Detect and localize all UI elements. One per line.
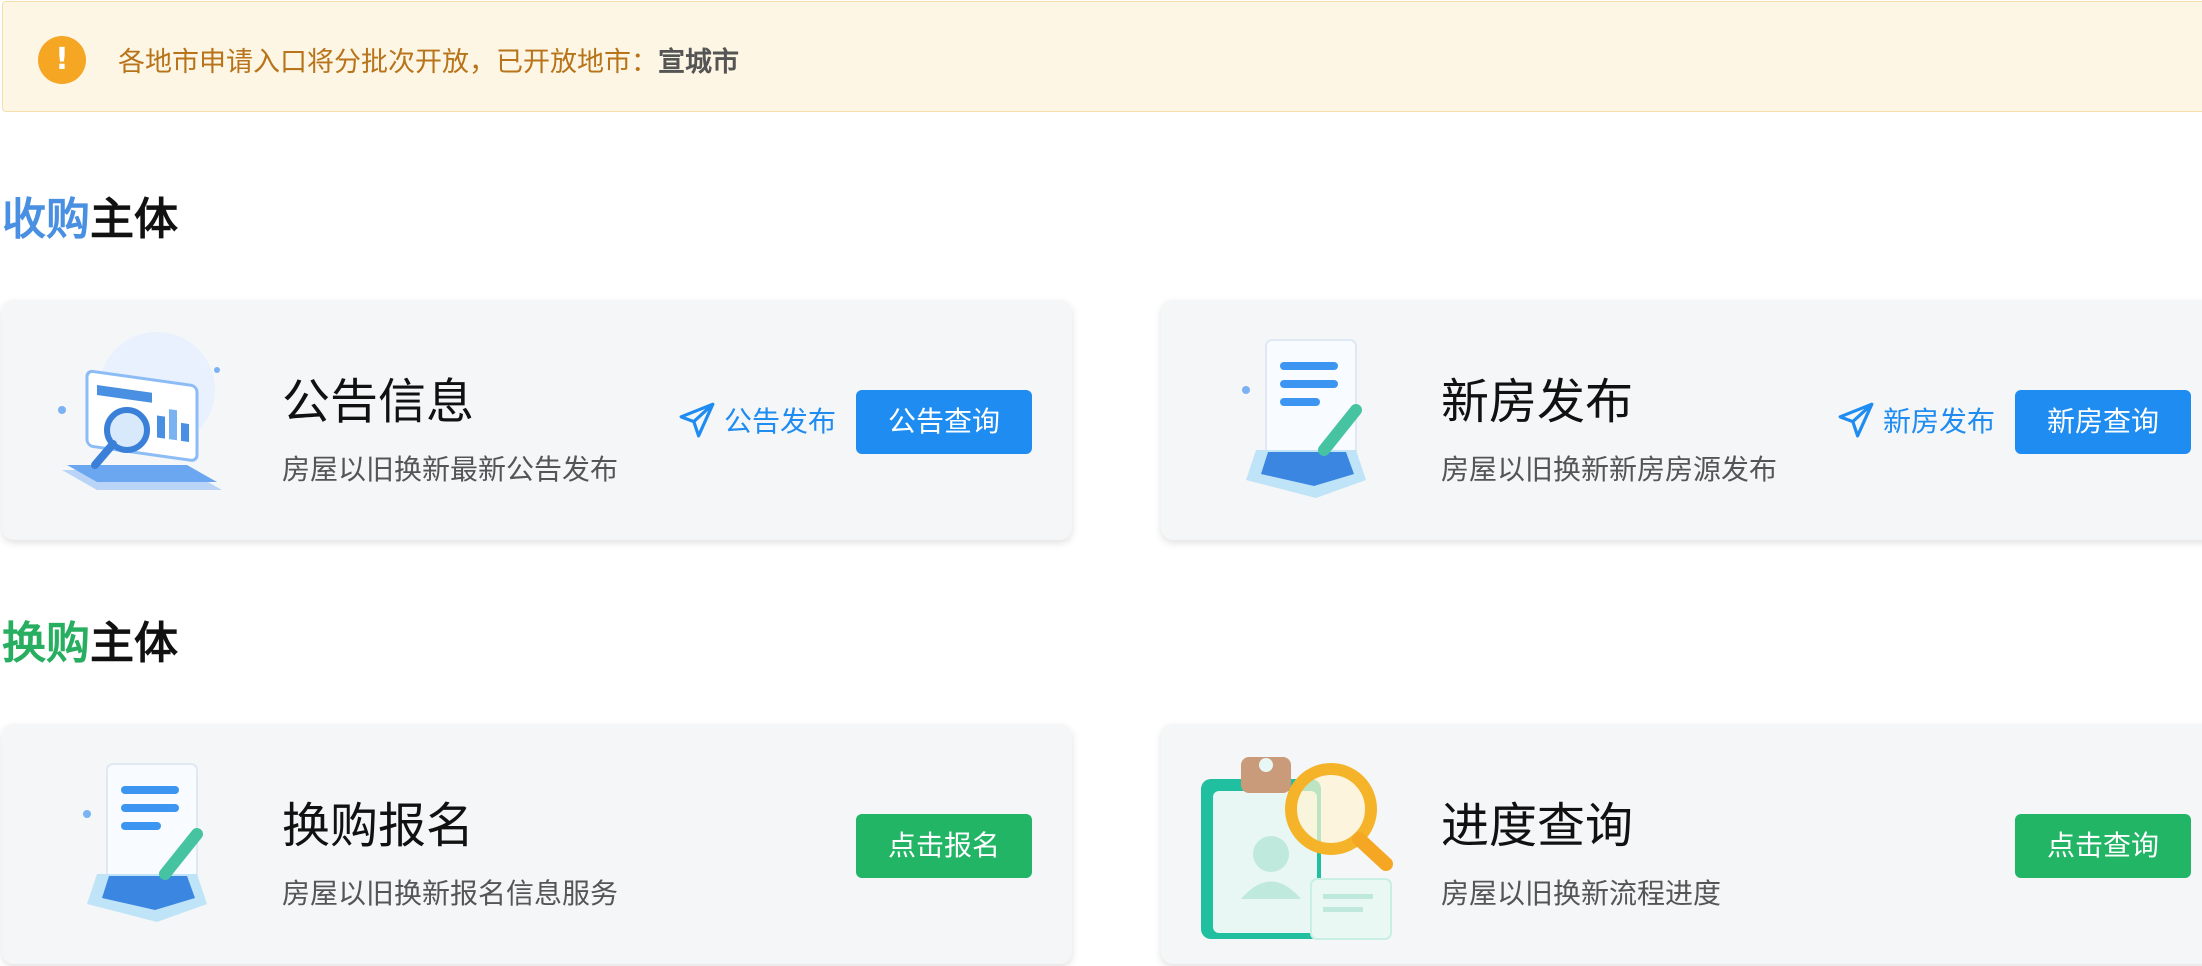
card-description: 房屋以旧换新新房房源发布	[1441, 453, 1778, 486]
link-label: 新房发布	[1882, 405, 1995, 438]
announcement-query-button[interactable]: 公告查询	[856, 390, 1032, 454]
clipboard-magnifier-icon	[1201, 757, 1393, 940]
publish-new-house-link[interactable]: 新房发布	[1837, 400, 1995, 440]
link-label: 公告发布	[723, 405, 836, 438]
publish-announcement-link[interactable]: 公告发布	[678, 400, 836, 440]
section-title-acquisition: 收购主体	[2, 183, 178, 247]
card-title: 换购报名	[282, 798, 475, 854]
card-description: 房屋以旧换新流程进度	[1441, 877, 1722, 910]
notice-banner: ! 各地市申请入口将分批次开放，已开放地市：宣城市	[2, 1, 2202, 112]
card-title: 新房发布	[1441, 374, 1634, 430]
card-title: 公告信息	[282, 374, 475, 430]
section-title-exchange: 换购主体	[2, 607, 178, 671]
paper-plane-icon	[679, 402, 715, 438]
card-registration: 换购报名 房屋以旧换新报名信息服务 点击报名	[2, 724, 1072, 964]
paper-plane-icon	[1838, 402, 1874, 438]
card-progress: 进度查询 房屋以旧换新流程进度 点击查询	[1161, 724, 2202, 964]
register-button[interactable]: 点击报名	[856, 814, 1032, 878]
new-house-query-button[interactable]: 新房查询	[2015, 390, 2191, 454]
document-pen-icon	[83, 763, 207, 922]
card-announcement: 公告信息 房屋以旧换新最新公告发布 公告发布 公告查询	[2, 300, 1072, 540]
section-title-rest: 主体	[90, 194, 178, 245]
document-pen-icon	[1242, 339, 1366, 498]
section-title-highlight: 换购	[2, 618, 90, 669]
card-new-house: 新房发布 房屋以旧换新新房房源发布 新房发布 新房查询	[1161, 300, 2202, 540]
section-title-highlight: 收购	[2, 194, 90, 245]
notice-text: 各地市申请入口将分批次开放，已开放地市：宣城市	[118, 40, 739, 79]
notice-message: 各地市申请入口将分批次开放，已开放地市：	[118, 47, 658, 78]
card-title: 进度查询	[1441, 798, 1634, 854]
section-title-rest: 主体	[90, 618, 178, 669]
laptop-analytics-icon	[58, 332, 222, 490]
card-description: 房屋以旧换新报名信息服务	[282, 877, 619, 910]
progress-query-button[interactable]: 点击查询	[2015, 814, 2191, 878]
warning-icon: !	[38, 36, 86, 84]
notice-city: 宣城市	[658, 47, 739, 78]
card-description: 房屋以旧换新最新公告发布	[282, 453, 619, 486]
